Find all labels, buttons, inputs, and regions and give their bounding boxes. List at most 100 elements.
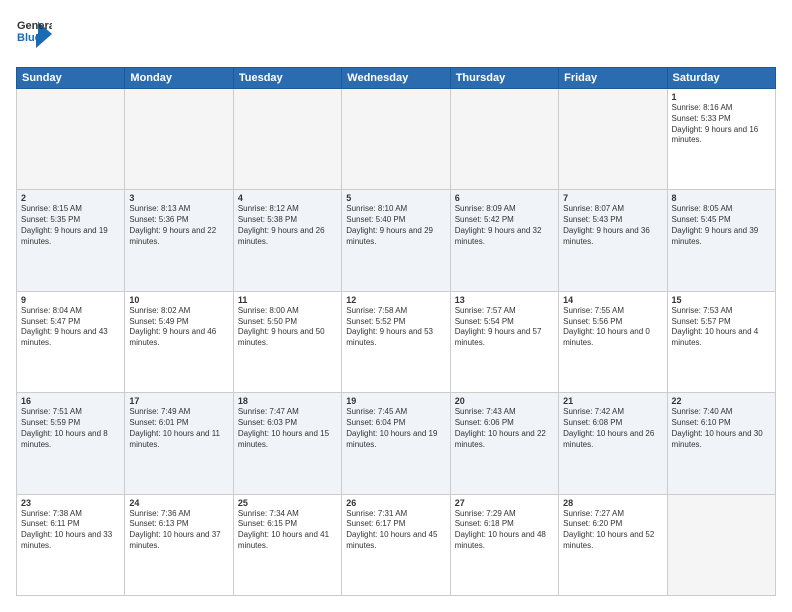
calendar-day-cell (342, 89, 450, 190)
day-info: Sunrise: 8:07 AM Sunset: 5:43 PM Dayligh… (563, 204, 662, 247)
calendar-day-cell: 2Sunrise: 8:15 AM Sunset: 5:35 PM Daylig… (17, 190, 125, 291)
day-number: 20 (455, 396, 554, 406)
day-info: Sunrise: 8:09 AM Sunset: 5:42 PM Dayligh… (455, 204, 554, 247)
calendar-day-cell: 16Sunrise: 7:51 AM Sunset: 5:59 PM Dayli… (17, 393, 125, 494)
day-info: Sunrise: 8:10 AM Sunset: 5:40 PM Dayligh… (346, 204, 445, 247)
calendar-day-cell: 22Sunrise: 7:40 AM Sunset: 6:10 PM Dayli… (667, 393, 775, 494)
calendar-day-cell: 9Sunrise: 8:04 AM Sunset: 5:47 PM Daylig… (17, 291, 125, 392)
day-number: 23 (21, 498, 120, 508)
day-number: 7 (563, 193, 662, 203)
page: General Blue SundayMondayTuesdayWednesda… (0, 0, 792, 612)
calendar-week-row: 2Sunrise: 8:15 AM Sunset: 5:35 PM Daylig… (17, 190, 776, 291)
day-number: 28 (563, 498, 662, 508)
col-header-wednesday: Wednesday (342, 68, 450, 89)
calendar-table: SundayMondayTuesdayWednesdayThursdayFrid… (16, 67, 776, 596)
day-number: 2 (21, 193, 120, 203)
day-info: Sunrise: 7:55 AM Sunset: 5:56 PM Dayligh… (563, 306, 662, 349)
day-info: Sunrise: 7:57 AM Sunset: 5:54 PM Dayligh… (455, 306, 554, 349)
col-header-tuesday: Tuesday (233, 68, 341, 89)
calendar-week-row: 9Sunrise: 8:04 AM Sunset: 5:47 PM Daylig… (17, 291, 776, 392)
day-number: 9 (21, 295, 120, 305)
calendar-day-cell: 19Sunrise: 7:45 AM Sunset: 6:04 PM Dayli… (342, 393, 450, 494)
day-info: Sunrise: 7:43 AM Sunset: 6:06 PM Dayligh… (455, 407, 554, 450)
calendar-day-cell: 20Sunrise: 7:43 AM Sunset: 6:06 PM Dayli… (450, 393, 558, 494)
col-header-thursday: Thursday (450, 68, 558, 89)
calendar-day-cell: 7Sunrise: 8:07 AM Sunset: 5:43 PM Daylig… (559, 190, 667, 291)
calendar-day-cell: 27Sunrise: 7:29 AM Sunset: 6:18 PM Dayli… (450, 494, 558, 595)
header: General Blue (16, 16, 776, 57)
day-info: Sunrise: 7:40 AM Sunset: 6:10 PM Dayligh… (672, 407, 771, 450)
calendar-day-cell: 6Sunrise: 8:09 AM Sunset: 5:42 PM Daylig… (450, 190, 558, 291)
calendar-day-cell: 5Sunrise: 8:10 AM Sunset: 5:40 PM Daylig… (342, 190, 450, 291)
day-number: 5 (346, 193, 445, 203)
calendar-header-row: SundayMondayTuesdayWednesdayThursdayFrid… (17, 68, 776, 89)
day-number: 22 (672, 396, 771, 406)
day-info: Sunrise: 8:04 AM Sunset: 5:47 PM Dayligh… (21, 306, 120, 349)
calendar-day-cell (559, 89, 667, 190)
day-number: 6 (455, 193, 554, 203)
col-header-friday: Friday (559, 68, 667, 89)
day-info: Sunrise: 8:00 AM Sunset: 5:50 PM Dayligh… (238, 306, 337, 349)
day-info: Sunrise: 8:05 AM Sunset: 5:45 PM Dayligh… (672, 204, 771, 247)
svg-text:Blue: Blue (17, 32, 41, 44)
calendar-week-row: 1Sunrise: 8:16 AM Sunset: 5:33 PM Daylig… (17, 89, 776, 190)
col-header-saturday: Saturday (667, 68, 775, 89)
calendar-day-cell: 3Sunrise: 8:13 AM Sunset: 5:36 PM Daylig… (125, 190, 233, 291)
day-number: 13 (455, 295, 554, 305)
calendar-day-cell: 14Sunrise: 7:55 AM Sunset: 5:56 PM Dayli… (559, 291, 667, 392)
day-info: Sunrise: 7:42 AM Sunset: 6:08 PM Dayligh… (563, 407, 662, 450)
day-info: Sunrise: 7:53 AM Sunset: 5:57 PM Dayligh… (672, 306, 771, 349)
calendar-day-cell: 15Sunrise: 7:53 AM Sunset: 5:57 PM Dayli… (667, 291, 775, 392)
day-number: 24 (129, 498, 228, 508)
day-number: 15 (672, 295, 771, 305)
calendar-day-cell (450, 89, 558, 190)
logo-icon: General Blue (16, 16, 52, 52)
calendar-day-cell: 24Sunrise: 7:36 AM Sunset: 6:13 PM Dayli… (125, 494, 233, 595)
day-number: 21 (563, 396, 662, 406)
day-number: 16 (21, 396, 120, 406)
calendar-day-cell: 25Sunrise: 7:34 AM Sunset: 6:15 PM Dayli… (233, 494, 341, 595)
day-info: Sunrise: 7:49 AM Sunset: 6:01 PM Dayligh… (129, 407, 228, 450)
calendar-day-cell: 18Sunrise: 7:47 AM Sunset: 6:03 PM Dayli… (233, 393, 341, 494)
day-number: 10 (129, 295, 228, 305)
day-number: 8 (672, 193, 771, 203)
calendar-day-cell: 21Sunrise: 7:42 AM Sunset: 6:08 PM Dayli… (559, 393, 667, 494)
calendar-day-cell: 13Sunrise: 7:57 AM Sunset: 5:54 PM Dayli… (450, 291, 558, 392)
calendar-day-cell (17, 89, 125, 190)
calendar-day-cell: 26Sunrise: 7:31 AM Sunset: 6:17 PM Dayli… (342, 494, 450, 595)
col-header-monday: Monday (125, 68, 233, 89)
calendar-day-cell: 10Sunrise: 8:02 AM Sunset: 5:49 PM Dayli… (125, 291, 233, 392)
day-info: Sunrise: 8:13 AM Sunset: 5:36 PM Dayligh… (129, 204, 228, 247)
day-number: 1 (672, 92, 771, 102)
calendar-day-cell: 8Sunrise: 8:05 AM Sunset: 5:45 PM Daylig… (667, 190, 775, 291)
day-info: Sunrise: 7:34 AM Sunset: 6:15 PM Dayligh… (238, 509, 337, 552)
logo: General Blue (16, 16, 52, 57)
day-info: Sunrise: 7:47 AM Sunset: 6:03 PM Dayligh… (238, 407, 337, 450)
calendar-day-cell: 17Sunrise: 7:49 AM Sunset: 6:01 PM Dayli… (125, 393, 233, 494)
day-info: Sunrise: 7:58 AM Sunset: 5:52 PM Dayligh… (346, 306, 445, 349)
day-info: Sunrise: 8:16 AM Sunset: 5:33 PM Dayligh… (672, 103, 771, 146)
calendar-day-cell: 4Sunrise: 8:12 AM Sunset: 5:38 PM Daylig… (233, 190, 341, 291)
day-number: 12 (346, 295, 445, 305)
day-number: 25 (238, 498, 337, 508)
day-info: Sunrise: 7:45 AM Sunset: 6:04 PM Dayligh… (346, 407, 445, 450)
day-number: 4 (238, 193, 337, 203)
day-info: Sunrise: 7:27 AM Sunset: 6:20 PM Dayligh… (563, 509, 662, 552)
calendar-day-cell: 28Sunrise: 7:27 AM Sunset: 6:20 PM Dayli… (559, 494, 667, 595)
day-info: Sunrise: 7:29 AM Sunset: 6:18 PM Dayligh… (455, 509, 554, 552)
day-info: Sunrise: 8:12 AM Sunset: 5:38 PM Dayligh… (238, 204, 337, 247)
calendar-week-row: 23Sunrise: 7:38 AM Sunset: 6:11 PM Dayli… (17, 494, 776, 595)
col-header-sunday: Sunday (17, 68, 125, 89)
day-info: Sunrise: 7:38 AM Sunset: 6:11 PM Dayligh… (21, 509, 120, 552)
day-number: 11 (238, 295, 337, 305)
day-number: 19 (346, 396, 445, 406)
calendar-day-cell: 12Sunrise: 7:58 AM Sunset: 5:52 PM Dayli… (342, 291, 450, 392)
day-info: Sunrise: 7:36 AM Sunset: 6:13 PM Dayligh… (129, 509, 228, 552)
day-number: 27 (455, 498, 554, 508)
calendar-week-row: 16Sunrise: 7:51 AM Sunset: 5:59 PM Dayli… (17, 393, 776, 494)
calendar-day-cell (125, 89, 233, 190)
calendar-day-cell: 23Sunrise: 7:38 AM Sunset: 6:11 PM Dayli… (17, 494, 125, 595)
day-number: 18 (238, 396, 337, 406)
day-number: 14 (563, 295, 662, 305)
calendar-day-cell (233, 89, 341, 190)
